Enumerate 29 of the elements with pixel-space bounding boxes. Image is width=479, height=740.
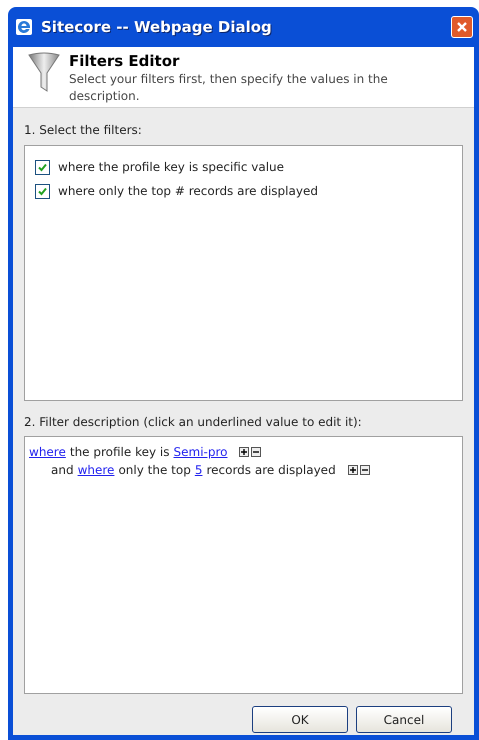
value-link[interactable]: Semi-pro <box>174 443 228 461</box>
close-icon <box>456 21 468 33</box>
minus-icon[interactable] <box>251 447 262 457</box>
checkbox[interactable] <box>35 160 50 174</box>
plus-icon[interactable] <box>239 447 250 457</box>
description-text: the profile key is <box>70 444 170 461</box>
description-text: records are displayed <box>206 462 336 479</box>
checkbox[interactable] <box>35 184 50 198</box>
description-text: and <box>51 462 74 479</box>
filter-label: where only the top # records are displayed <box>58 183 318 200</box>
dialog-heading: Filters Editor <box>69 51 180 71</box>
value-link[interactable]: where <box>29 443 66 461</box>
close-button[interactable] <box>451 16 473 38</box>
dialog-button[interactable]: OK <box>252 706 348 733</box>
value-link[interactable]: 5 <box>194 461 202 479</box>
dialog-button[interactable]: Cancel <box>356 706 452 733</box>
section-label: 2. Filter description (click an underlined value to edit it): <box>24 414 363 431</box>
check-icon <box>37 162 48 172</box>
minus-icon[interactable] <box>360 465 370 475</box>
plus-icon[interactable] <box>348 465 358 475</box>
browser-icon <box>15 18 33 36</box>
section-label: 1. Select the filters: <box>24 122 143 139</box>
funnel-icon <box>27 51 61 95</box>
dialog-description: Select your filters first, then specify the values in the description. <box>69 71 389 105</box>
description-text: only the top <box>118 462 191 479</box>
value-link[interactable]: where <box>78 461 114 479</box>
check-icon <box>37 186 48 196</box>
window-title: Sitecore -- Webpage Dialog <box>41 16 272 38</box>
filter-label: where the profile key is specific value <box>58 159 284 176</box>
